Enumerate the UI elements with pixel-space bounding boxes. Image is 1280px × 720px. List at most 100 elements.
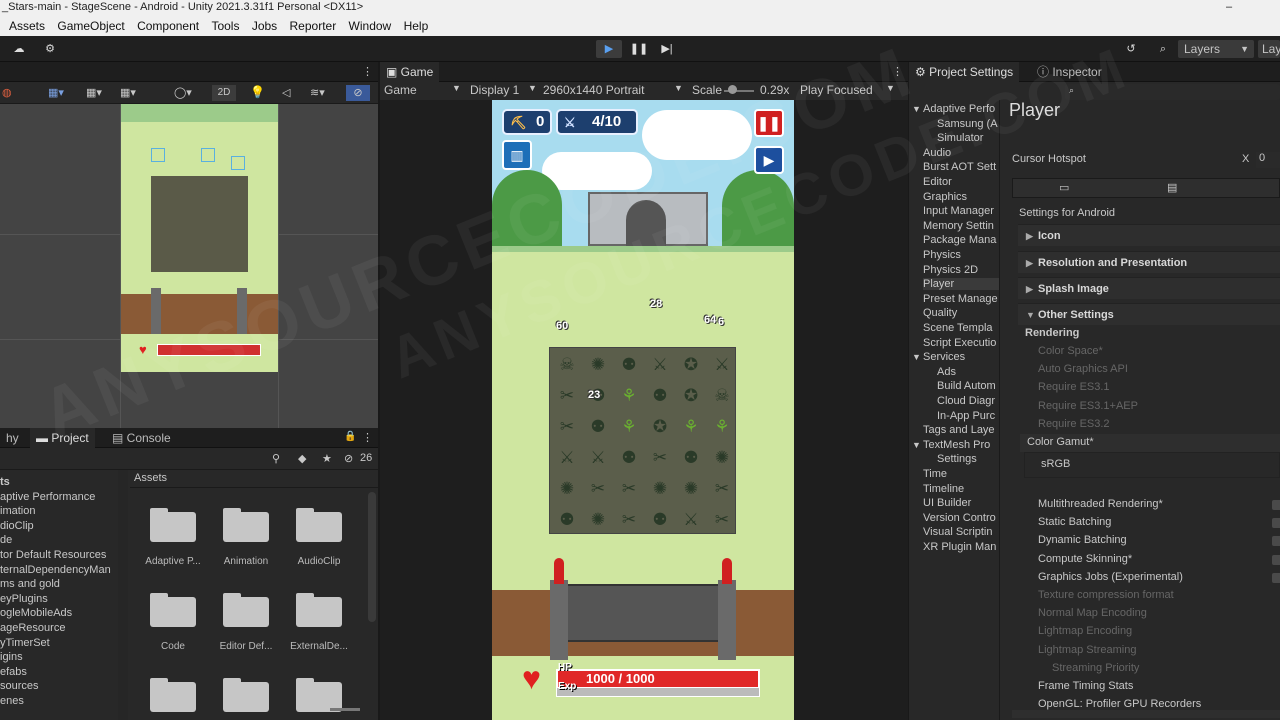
visibility-icon[interactable]: ⊘ — [346, 85, 370, 101]
folder-icon[interactable] — [150, 506, 196, 542]
option-checkbox[interactable] — [1272, 572, 1280, 583]
play-focused-dropdown[interactable]: Play Focused — [800, 83, 873, 97]
settings-category-item[interactable]: Ads — [937, 366, 956, 378]
search-icon[interactable]: ⌕ — [1150, 40, 1176, 58]
star-icon[interactable]: ★ — [322, 452, 332, 465]
tree-item[interactable]: eyPlugins — [0, 593, 48, 605]
history-icon[interactable]: ↺ — [1118, 40, 1144, 58]
stats-button[interactable]: ▥ — [502, 140, 532, 170]
option-checkbox[interactable] — [1272, 500, 1280, 510]
caret-icon[interactable]: ▼ — [912, 352, 921, 362]
settings-category-item[interactable]: Build Autom — [937, 380, 996, 392]
settings-category-item[interactable]: Quality — [923, 307, 957, 319]
srgb-item[interactable]: sRGB — [1041, 458, 1070, 470]
settings-category-item[interactable]: Time — [923, 468, 947, 480]
layers-dropdown[interactable]: Layers ▼ — [1178, 40, 1254, 58]
menu-tools[interactable]: Tools — [211, 16, 239, 36]
settings-category-item[interactable]: Player — [923, 278, 999, 291]
settings-category-item[interactable]: Burst AOT Sett — [923, 161, 996, 173]
foldout-icon[interactable]: ▶ Icon — [1018, 224, 1280, 246]
board-cell[interactable]: ⚔ — [709, 352, 735, 378]
board-cell[interactable]: ⚘ — [616, 414, 642, 440]
board-cell[interactable]: ⚉ — [647, 507, 673, 533]
scale-slider-handle[interactable] — [728, 85, 737, 94]
tree-item[interactable]: ms and gold — [0, 578, 60, 590]
hidden-packages-icon[interactable]: ⊘ — [344, 452, 353, 465]
settings-category-item[interactable]: Editor — [923, 176, 952, 188]
settings-category-item[interactable]: Package Mana — [923, 234, 996, 246]
board-cell[interactable]: ✂ — [554, 383, 580, 409]
tab-console[interactable]: ▤ Console — [106, 428, 177, 448]
board-cell[interactable]: ⚘ — [678, 414, 704, 440]
menu-jobs[interactable]: Jobs — [252, 16, 277, 36]
tree-item[interactable]: imation — [0, 505, 35, 517]
tree-item[interactable]: ageResource — [0, 622, 65, 634]
filter-icon[interactable]: ⚲ — [272, 452, 280, 465]
tree-item[interactable]: yTimerSet — [0, 637, 50, 649]
shading-icon[interactable]: ◍ — [2, 86, 12, 99]
foldout-splash[interactable]: ▶ Splash Image — [1018, 277, 1280, 299]
display-dropdown[interactable]: Display 1 — [470, 83, 519, 97]
folder-icon[interactable] — [150, 591, 196, 627]
play-button[interactable]: ▶ — [596, 40, 622, 58]
increment-icon[interactable]: ▦▾ — [120, 86, 136, 99]
tree-item[interactable]: igins — [0, 651, 23, 663]
board-cell[interactable]: ☠ — [709, 383, 735, 409]
board-cell[interactable]: ✂ — [709, 476, 735, 502]
menu-reporter[interactable]: Reporter — [290, 16, 337, 36]
tree-item[interactable]: ogleMobileAds — [0, 607, 72, 619]
settings-category-item[interactable]: XR Plugin Man — [923, 541, 996, 553]
board-cell[interactable]: ⚔ — [554, 445, 580, 471]
board-cell[interactable]: ✺ — [585, 352, 611, 378]
game-board[interactable]: ☠ ✺ ⚉ ⚔ ✪ ⚔ ✂ ⚉ ⚘ ⚉ ✪ ☠ ✂ ⚉ ⚘ ✪ ⚘ ⚘ ⚔ ⚔ ⚉ ✂ ⚉ ✺ ✺ ✂ ✂ ✺ ✺ ✂ ⚉ ✺ ✂ ⚉ ⚔ ✂ — [549, 347, 736, 534]
lock-icon[interactable]: 🔒 — [344, 431, 356, 442]
settings-category-item[interactable]: Adaptive Perfo — [923, 103, 995, 115]
inspector-hscrollbar[interactable] — [1012, 710, 1280, 718]
settings-icon[interactable]: ⚙ — [38, 40, 62, 58]
board-cell[interactable]: ✂ — [616, 476, 642, 502]
board-cell[interactable]: ✺ — [647, 476, 673, 502]
board-cell[interactable]: ☠ — [554, 352, 580, 378]
menu-window[interactable]: Window — [349, 16, 392, 36]
monitor-icon[interactable]: ▭ — [1059, 181, 1069, 194]
settings-category-item[interactable]: Tags and Laye — [923, 424, 995, 436]
settings-category-item[interactable]: Simulator — [937, 132, 983, 144]
tree-item[interactable]: enes — [0, 695, 24, 707]
pause-button[interactable]: ❚❚ — [626, 40, 652, 58]
zoom-slider[interactable] — [330, 708, 360, 711]
2d-toggle[interactable]: 2D — [212, 85, 236, 101]
settings-divider[interactable] — [999, 100, 1000, 720]
pause-game-button[interactable]: ❚❚ — [754, 109, 784, 137]
tree-scrollbar[interactable] — [118, 470, 128, 720]
settings-category-item[interactable]: Input Manager — [923, 205, 994, 217]
folder-icon[interactable] — [296, 591, 342, 627]
folder-icon[interactable] — [223, 591, 269, 627]
board-cell[interactable]: ⚉ — [585, 414, 611, 440]
resolution-dropdown[interactable]: 2960x1440 Portrait — [543, 83, 644, 97]
folder-scrollbar[interactable] — [368, 492, 376, 622]
tab-hierarchy[interactable]: hy — [0, 428, 25, 448]
settings-category-item[interactable]: Visual Scriptin — [923, 526, 993, 538]
folder-icon[interactable] — [296, 676, 342, 712]
settings-category-item[interactable]: Memory Settin — [923, 220, 994, 232]
board-cell[interactable]: ⚉ — [554, 507, 580, 533]
settings-category-item[interactable]: Settings — [937, 453, 977, 465]
folder-icon[interactable] — [223, 506, 269, 542]
settings-category-item[interactable]: Timeline — [923, 483, 964, 495]
settings-category-item[interactable]: Physics — [923, 249, 961, 261]
board-cell[interactable]: ✪ — [678, 383, 704, 409]
game-viewport[interactable]: ⛏ 0 ⚔ 4/10 ❚❚ ▶ ▥ 60 28 64 6 ☠ ✺ ⚉ ⚔ ✪ ⚔ ✂ ⚉ ⚘ ⚉ ✪… — [492, 100, 794, 720]
foldout-other-settings[interactable]: ▼ Other Settings — [1018, 303, 1280, 325]
board-cell[interactable]: ✺ — [554, 476, 580, 502]
minimize-button[interactable]: – — [1226, 0, 1232, 14]
settings-category-item[interactable]: Preset Manage — [923, 293, 998, 305]
more-icon[interactable]: ⋮ — [362, 65, 373, 78]
tree-item[interactable]: aptive Performance — [0, 491, 95, 503]
layout-dropdown[interactable]: Lay — [1258, 40, 1280, 58]
grid-icon[interactable]: ▦▾ — [48, 86, 64, 99]
caret-icon[interactable]: ▼ — [912, 440, 921, 450]
board-cell[interactable]: ✺ — [709, 445, 735, 471]
settings-category-item[interactable]: Physics 2D — [923, 264, 978, 276]
orientation-icon[interactable]: ◯▾ — [174, 86, 192, 99]
android-icon[interactable]: ▤ — [1167, 181, 1177, 194]
